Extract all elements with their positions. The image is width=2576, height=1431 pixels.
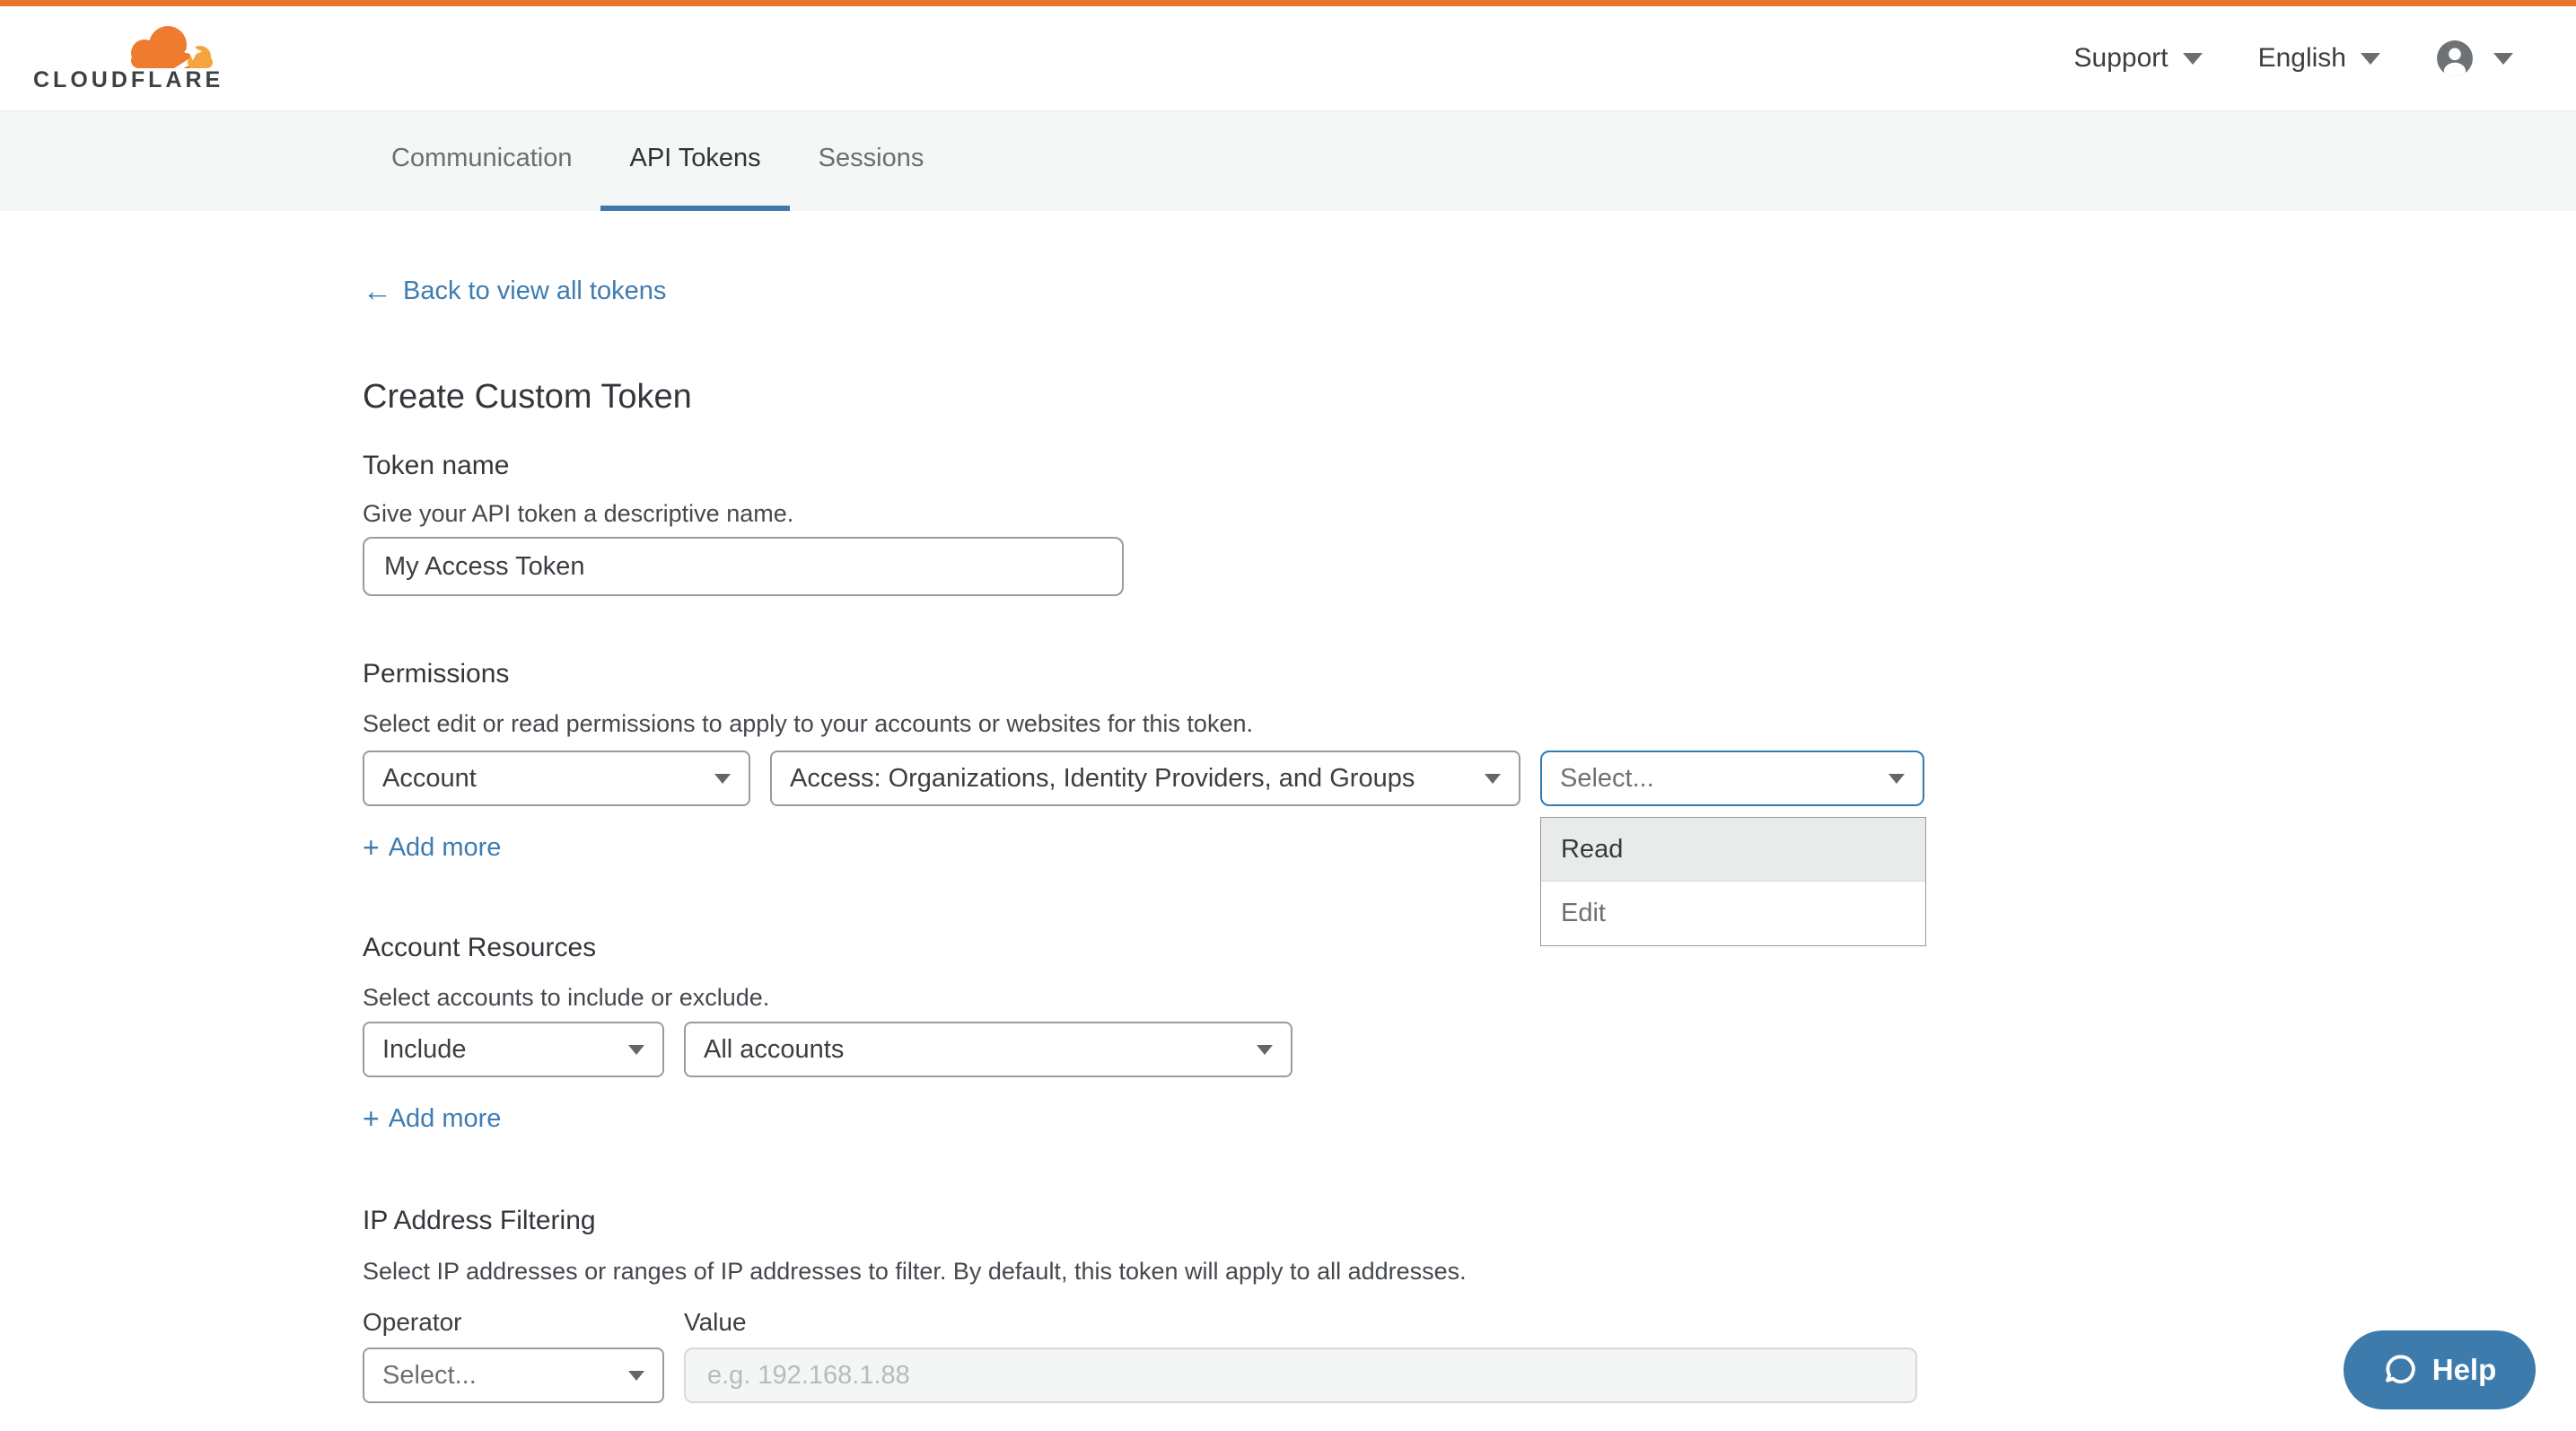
permissions-row: Account Access: Organizations, Identity … (363, 751, 2576, 806)
permission-scope-dropdown[interactable]: Account (363, 751, 750, 806)
cloudflare-wordmark: CLOUDFLARE (33, 67, 223, 93)
token-name-heading: Token name (363, 447, 2576, 485)
header-nav: Support English (2074, 40, 2513, 77)
user-avatar-icon (2436, 40, 2474, 77)
permission-level-menu: Read Edit (1540, 817, 1926, 946)
menu-option-read[interactable]: Read (1541, 818, 1925, 882)
main-content: ← Back to view all tokens Create Custom … (0, 271, 2576, 1403)
account-resources-add-more-link[interactable]: + Add more (363, 1101, 501, 1137)
resource-accounts-value: All accounts (704, 1035, 844, 1065)
ip-filtering-labels: Operator Value (363, 1305, 2576, 1339)
resource-accounts-dropdown[interactable]: All accounts (684, 1022, 1292, 1077)
language-menu[interactable]: English (2258, 43, 2380, 74)
menu-option-edit[interactable]: Edit (1541, 882, 1925, 945)
help-button[interactable]: Help (2344, 1330, 2536, 1409)
operator-label: Operator (363, 1305, 684, 1339)
chevron-down-icon (1485, 774, 1501, 784)
chevron-down-icon (714, 774, 731, 784)
permission-resource-dropdown[interactable]: Access: Organizations, Identity Provider… (770, 751, 1520, 806)
header: CLOUDFLARE Support English (0, 6, 2576, 110)
plus-icon: + (363, 830, 380, 865)
chevron-down-icon (2493, 53, 2513, 65)
page-title: Create Custom Token (363, 375, 2576, 418)
permissions-heading: Permissions (363, 655, 2576, 693)
tab-sessions[interactable]: Sessions (790, 111, 953, 211)
back-arrow-icon: ← (363, 271, 392, 311)
permission-resource-value: Access: Organizations, Identity Provider… (790, 764, 1415, 794)
account-resources-add-more-label: Add more (389, 1101, 502, 1137)
back-link-label: Back to view all tokens (403, 271, 666, 311)
ip-filtering-row: Select... (363, 1348, 2576, 1403)
permissions-description: Select edit or read permissions to apply… (363, 707, 2576, 740)
account-resources-row: Include All accounts (363, 1022, 2576, 1077)
tab-api-tokens[interactable]: API Tokens (600, 111, 789, 211)
chevron-down-icon (2183, 53, 2203, 65)
chevron-down-icon (1888, 774, 1905, 784)
support-menu[interactable]: Support (2074, 43, 2203, 74)
token-name-input[interactable] (363, 537, 1124, 596)
ip-filtering-heading: IP Address Filtering (363, 1202, 2576, 1240)
chevron-down-icon (628, 1371, 644, 1381)
permission-scope-value: Account (382, 764, 477, 794)
top-orange-bar (0, 0, 2576, 6)
cloudflare-cloud-icon (120, 23, 216, 71)
value-label: Value (684, 1305, 747, 1339)
permission-level-dropdown[interactable]: Select... Read Edit (1540, 751, 1924, 806)
ip-filtering-description: Select IP addresses or ranges of IP addr… (363, 1255, 2576, 1287)
token-name-description: Give your API token a descriptive name. (363, 497, 2576, 530)
account-resources-heading: Account Resources (363, 929, 2576, 967)
language-label: English (2258, 43, 2346, 74)
account-resources-description: Select accounts to include or exclude. (363, 981, 2576, 1014)
chevron-down-icon (2361, 53, 2380, 65)
tab-bar: Communication API Tokens Sessions (0, 110, 2576, 211)
help-button-label: Help (2432, 1353, 2497, 1387)
chat-bubble-icon (2383, 1352, 2419, 1388)
cloudflare-logo[interactable]: CLOUDFLARE (33, 23, 215, 93)
resource-mode-value: Include (382, 1035, 467, 1065)
permissions-add-more-label: Add more (389, 830, 502, 865)
chevron-down-icon (628, 1045, 644, 1055)
ip-operator-dropdown[interactable]: Select... (363, 1348, 664, 1403)
ip-operator-placeholder: Select... (382, 1361, 477, 1391)
permissions-add-more-link[interactable]: + Add more (363, 830, 501, 865)
resource-mode-dropdown[interactable]: Include (363, 1022, 664, 1077)
permission-level-placeholder: Select... (1560, 764, 1654, 794)
account-menu[interactable] (2436, 40, 2513, 77)
back-to-tokens-link[interactable]: ← Back to view all tokens (363, 271, 666, 311)
chevron-down-icon (1257, 1045, 1273, 1055)
tab-communication[interactable]: Communication (363, 111, 600, 211)
support-label: Support (2074, 43, 2169, 74)
ip-value-input[interactable] (684, 1348, 1917, 1403)
plus-icon: + (363, 1101, 380, 1137)
